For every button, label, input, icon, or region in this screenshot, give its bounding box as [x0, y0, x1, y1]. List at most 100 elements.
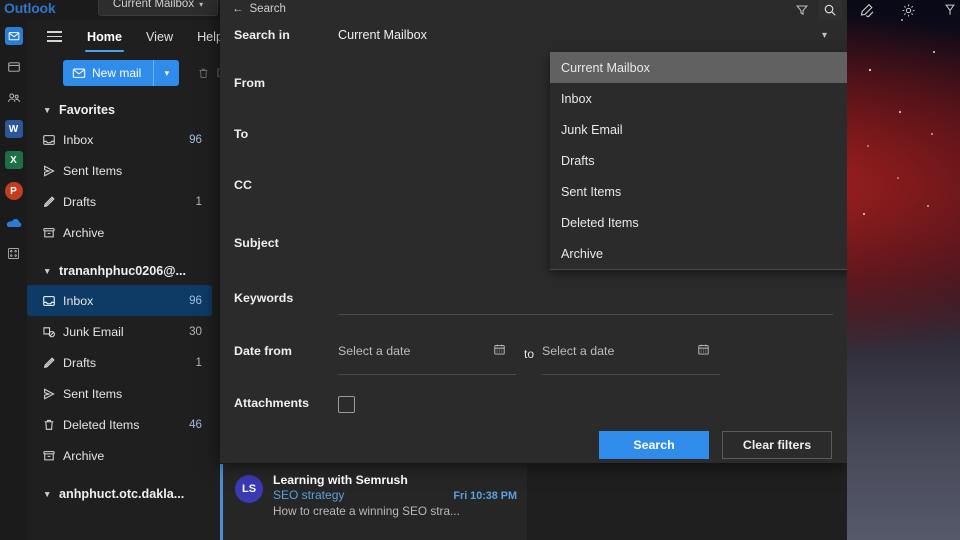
- field-underline: [338, 314, 833, 315]
- search-button[interactable]: Search: [599, 431, 709, 459]
- dialog-buttons: Search Clear filters: [220, 427, 847, 463]
- folder-group-account-1[interactable]: ▼ trananhphuc0206@...: [27, 257, 220, 285]
- calendar-icon[interactable]: [493, 343, 506, 356]
- calendar-icon[interactable]: [5, 58, 23, 76]
- message-sender: Learning with Semrush: [273, 473, 408, 487]
- search-scope-label: Current Mailbox: [112, 0, 195, 10]
- word-icon[interactable]: W: [4, 120, 23, 138]
- folder-label: Archive: [63, 225, 105, 240]
- new-mail-button[interactable]: New mail: [63, 60, 154, 86]
- dropdown-option-drafts[interactable]: Drafts: [550, 145, 847, 176]
- excel-icon[interactable]: X: [4, 151, 23, 169]
- folder-label: Deleted Items: [63, 417, 140, 432]
- dropdown-option-current-mailbox[interactable]: Current Mailbox: [550, 52, 847, 83]
- field-row-search-in: Search in Current Mailbox ▾: [220, 28, 847, 54]
- message-preview: How to create a winning SEO stra...: [273, 504, 460, 518]
- message-subject: SEO strategy: [273, 488, 345, 502]
- field-underline: [542, 374, 720, 375]
- back-arrow-icon[interactable]: ←: [232, 3, 244, 15]
- field-row-date-range: Date from Select a date to Select a date: [220, 343, 847, 375]
- pen-annotate-icon[interactable]: [855, 0, 879, 20]
- filter-icon[interactable]: [790, 0, 814, 20]
- folder-count: 46: [189, 418, 202, 431]
- field-label-from: From: [234, 76, 265, 90]
- folder-group-account-2[interactable]: ▼ anhphuct.otc.dakla...: [27, 480, 220, 508]
- folder-label: Archive: [63, 448, 105, 463]
- outlook-logo: Outlook: [4, 0, 56, 16]
- folder-count: 96: [189, 294, 202, 307]
- folder-label: Drafts: [63, 355, 97, 370]
- dropdown-option-inbox[interactable]: Inbox: [550, 83, 847, 114]
- folder-item-archive-fav[interactable]: Archive: [27, 217, 212, 248]
- trash-icon: [41, 417, 57, 433]
- archive-icon: [41, 448, 57, 464]
- search-scope-pill[interactable]: Current Mailbox ▾: [98, 0, 218, 16]
- apps-grid-icon[interactable]: [5, 244, 23, 262]
- search-icon[interactable]: [818, 0, 842, 20]
- onedrive-icon[interactable]: [5, 213, 23, 231]
- date-to-input[interactable]: Select a date: [542, 343, 720, 375]
- inbox-icon: [41, 293, 57, 309]
- ribbon-tabs: Home View Help: [41, 20, 235, 53]
- person-icon[interactable]: [938, 0, 960, 20]
- dropdown-option-sent-items[interactable]: Sent Items: [550, 176, 847, 207]
- folder-label: Inbox: [63, 132, 94, 147]
- folder-item-archive[interactable]: Archive: [27, 440, 212, 471]
- folder-item-sent[interactable]: Sent Items: [27, 378, 212, 409]
- chevron-down-icon: ▼: [43, 266, 52, 276]
- folder-group-label: trananhphuc0206@...: [59, 264, 187, 278]
- list-item[interactable]: LS Learning with Semrush SEO strategy Fr…: [220, 464, 527, 540]
- field-label-cc: CC: [234, 178, 252, 192]
- folder-group-favorites[interactable]: ▼ Favorites: [27, 96, 220, 124]
- folder-label: Inbox: [63, 293, 94, 308]
- field-label-attachments: Attachments: [234, 396, 310, 410]
- drafts-icon: [41, 194, 57, 210]
- folder-item-inbox-fav[interactable]: Inbox 96: [27, 124, 212, 155]
- dropdown-option-junk-email[interactable]: Junk Email: [550, 114, 847, 145]
- search-in-select[interactable]: Current Mailbox ▾: [338, 28, 847, 54]
- calendar-icon[interactable]: [697, 343, 710, 356]
- dropdown-option-archive[interactable]: Archive: [550, 238, 847, 269]
- people-icon[interactable]: [5, 89, 23, 107]
- mail-icon[interactable]: [4, 27, 23, 45]
- folder-item-drafts-fav[interactable]: Drafts 1: [27, 186, 212, 217]
- search-in-dropdown: Current Mailbox Inbox Junk Email Drafts …: [550, 52, 847, 270]
- chevron-down-icon: ▼: [43, 105, 52, 115]
- inbox-icon: [41, 132, 57, 148]
- folder-count: 30: [189, 325, 202, 338]
- powerpoint-icon[interactable]: P: [4, 182, 23, 200]
- send-icon: [41, 386, 57, 402]
- clear-filters-button[interactable]: Clear filters: [722, 431, 832, 459]
- folder-label: Sent Items: [63, 386, 123, 401]
- search-in-value: Current Mailbox: [338, 28, 427, 42]
- folder-item-drafts[interactable]: Drafts 1: [27, 347, 212, 378]
- app-rail: W X P: [0, 20, 27, 540]
- date-from-placeholder: Select a date: [338, 344, 411, 358]
- folder-item-junk[interactable]: Junk Email 30: [27, 316, 212, 347]
- field-row-attachments: Attachments: [220, 396, 847, 413]
- folder-item-deleted[interactable]: Deleted Items 46: [27, 409, 212, 440]
- field-underline: [338, 374, 516, 375]
- chevron-down-icon[interactable]: ▾: [822, 30, 827, 41]
- date-from-input[interactable]: Select a date: [338, 343, 516, 375]
- envelope-icon: [72, 66, 86, 80]
- field-label-subject: Subject: [234, 236, 279, 250]
- folder-label: Junk Email: [63, 324, 124, 339]
- new-mail-dropdown-button[interactable]: ▾: [153, 60, 180, 86]
- attachments-checkbox[interactable]: [338, 396, 355, 413]
- keywords-input[interactable]: [338, 291, 847, 315]
- tab-home[interactable]: Home: [75, 26, 134, 52]
- junk-icon: [41, 324, 57, 340]
- dropdown-option-deleted-items[interactable]: Deleted Items: [550, 207, 847, 238]
- drafts-icon: [41, 355, 57, 371]
- hamburger-menu-icon[interactable]: [41, 24, 67, 50]
- dialog-title: Search: [249, 3, 286, 15]
- folder-item-inbox[interactable]: Inbox 96: [27, 285, 212, 316]
- tab-view[interactable]: View: [134, 26, 185, 48]
- folder-count: 1: [195, 195, 202, 208]
- folder-label: Sent Items: [63, 163, 123, 178]
- folder-item-sent-fav[interactable]: Sent Items: [27, 155, 212, 186]
- gear-icon[interactable]: [896, 0, 920, 20]
- new-mail-label: New mail: [92, 66, 142, 80]
- outlook-window: Outlook Current Mailbox ▾ Home View Help…: [0, 0, 847, 540]
